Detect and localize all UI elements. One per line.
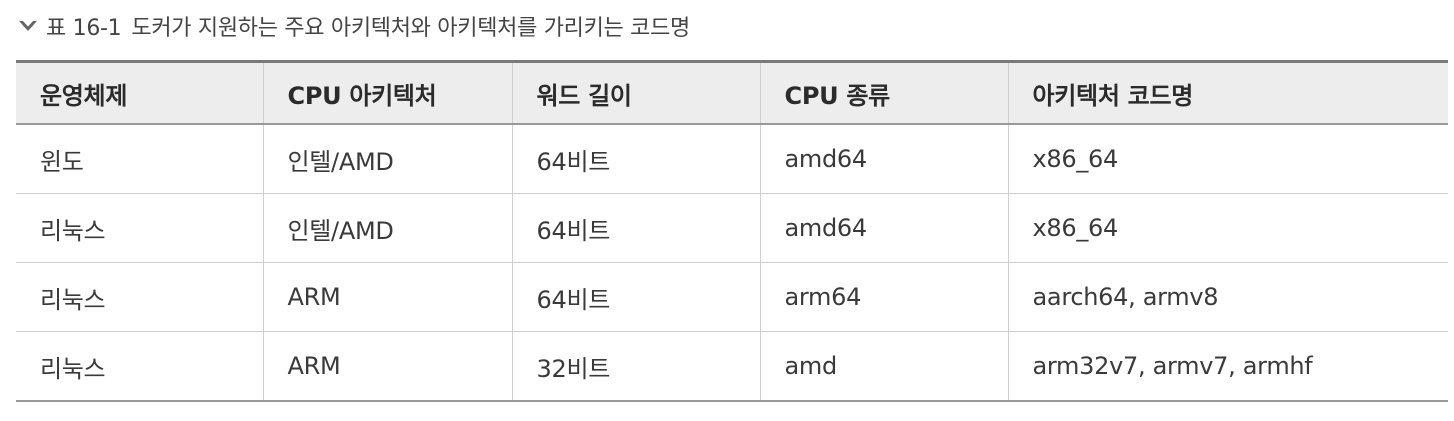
table-cell: 윈도 bbox=[16, 124, 264, 194]
table-cell: ARM bbox=[263, 331, 513, 402]
header-row: 운영체제 CPU 아키텍처 워드 길이 CPU 종류 아키텍처 코드명 bbox=[16, 60, 1448, 125]
table-row: 리눅스 ARM 64비트 arm64 aarch64, armv8 bbox=[16, 262, 1448, 332]
table-cell: 리눅스 bbox=[16, 262, 264, 332]
table-cell: arm32v7, armv7, armhf bbox=[1008, 331, 1448, 402]
table-cell: 리눅스 bbox=[16, 331, 264, 402]
table-row: 리눅스 ARM 32비트 amd arm32v7, armv7, armhf bbox=[16, 331, 1448, 402]
table-cell: 64비트 bbox=[512, 262, 761, 332]
table-cell: ARM bbox=[263, 262, 513, 332]
data-table: 운영체제 CPU 아키텍처 워드 길이 CPU 종류 아키텍처 코드명 윈도 인… bbox=[16, 60, 1448, 402]
column-header-cpu-architecture: CPU 아키텍처 bbox=[263, 60, 513, 125]
table-cell: 64비트 bbox=[512, 193, 761, 263]
table-cell: 인텔/AMD bbox=[263, 193, 513, 263]
table-cell: 64비트 bbox=[512, 124, 761, 194]
table-cell: amd64 bbox=[760, 124, 1009, 194]
table-cell: amd64 bbox=[760, 193, 1009, 263]
table-cell: x86_64 bbox=[1008, 193, 1448, 263]
table-number: 표 16-1 bbox=[46, 16, 122, 41]
table-cell: amd bbox=[760, 331, 1009, 402]
column-header-cpu-type: CPU 종류 bbox=[760, 60, 1009, 125]
table-cell: aarch64, armv8 bbox=[1008, 262, 1448, 332]
column-header-os: 운영체제 bbox=[16, 60, 264, 125]
column-header-architecture-codename: 아키텍처 코드명 bbox=[1008, 60, 1448, 125]
table-row: 윈도 인텔/AMD 64비트 amd64 x86_64 bbox=[16, 124, 1448, 194]
chevron-down-icon bbox=[19, 21, 37, 31]
table-row: 리눅스 인텔/AMD 64비트 amd64 x86_64 bbox=[16, 193, 1448, 263]
architecture-table: 운영체제 CPU 아키텍처 워드 길이 CPU 종류 아키텍처 코드명 윈도 인… bbox=[16, 60, 1448, 402]
table-cell: arm64 bbox=[760, 262, 1009, 332]
table-title: 도커가 지원하는 주요 아키텍처와 아키텍처를 가리키는 코드명 bbox=[131, 16, 690, 41]
table-caption: 표 16-1 도커가 지원하는 주요 아키텍처와 아키텍처를 가리키는 코드명 bbox=[18, 8, 690, 44]
table-cell: 인텔/AMD bbox=[263, 124, 513, 194]
column-header-word-length: 워드 길이 bbox=[512, 60, 761, 125]
table-cell: x86_64 bbox=[1008, 124, 1448, 194]
table-cell: 32비트 bbox=[512, 331, 761, 402]
table-cell: 리눅스 bbox=[16, 193, 264, 263]
